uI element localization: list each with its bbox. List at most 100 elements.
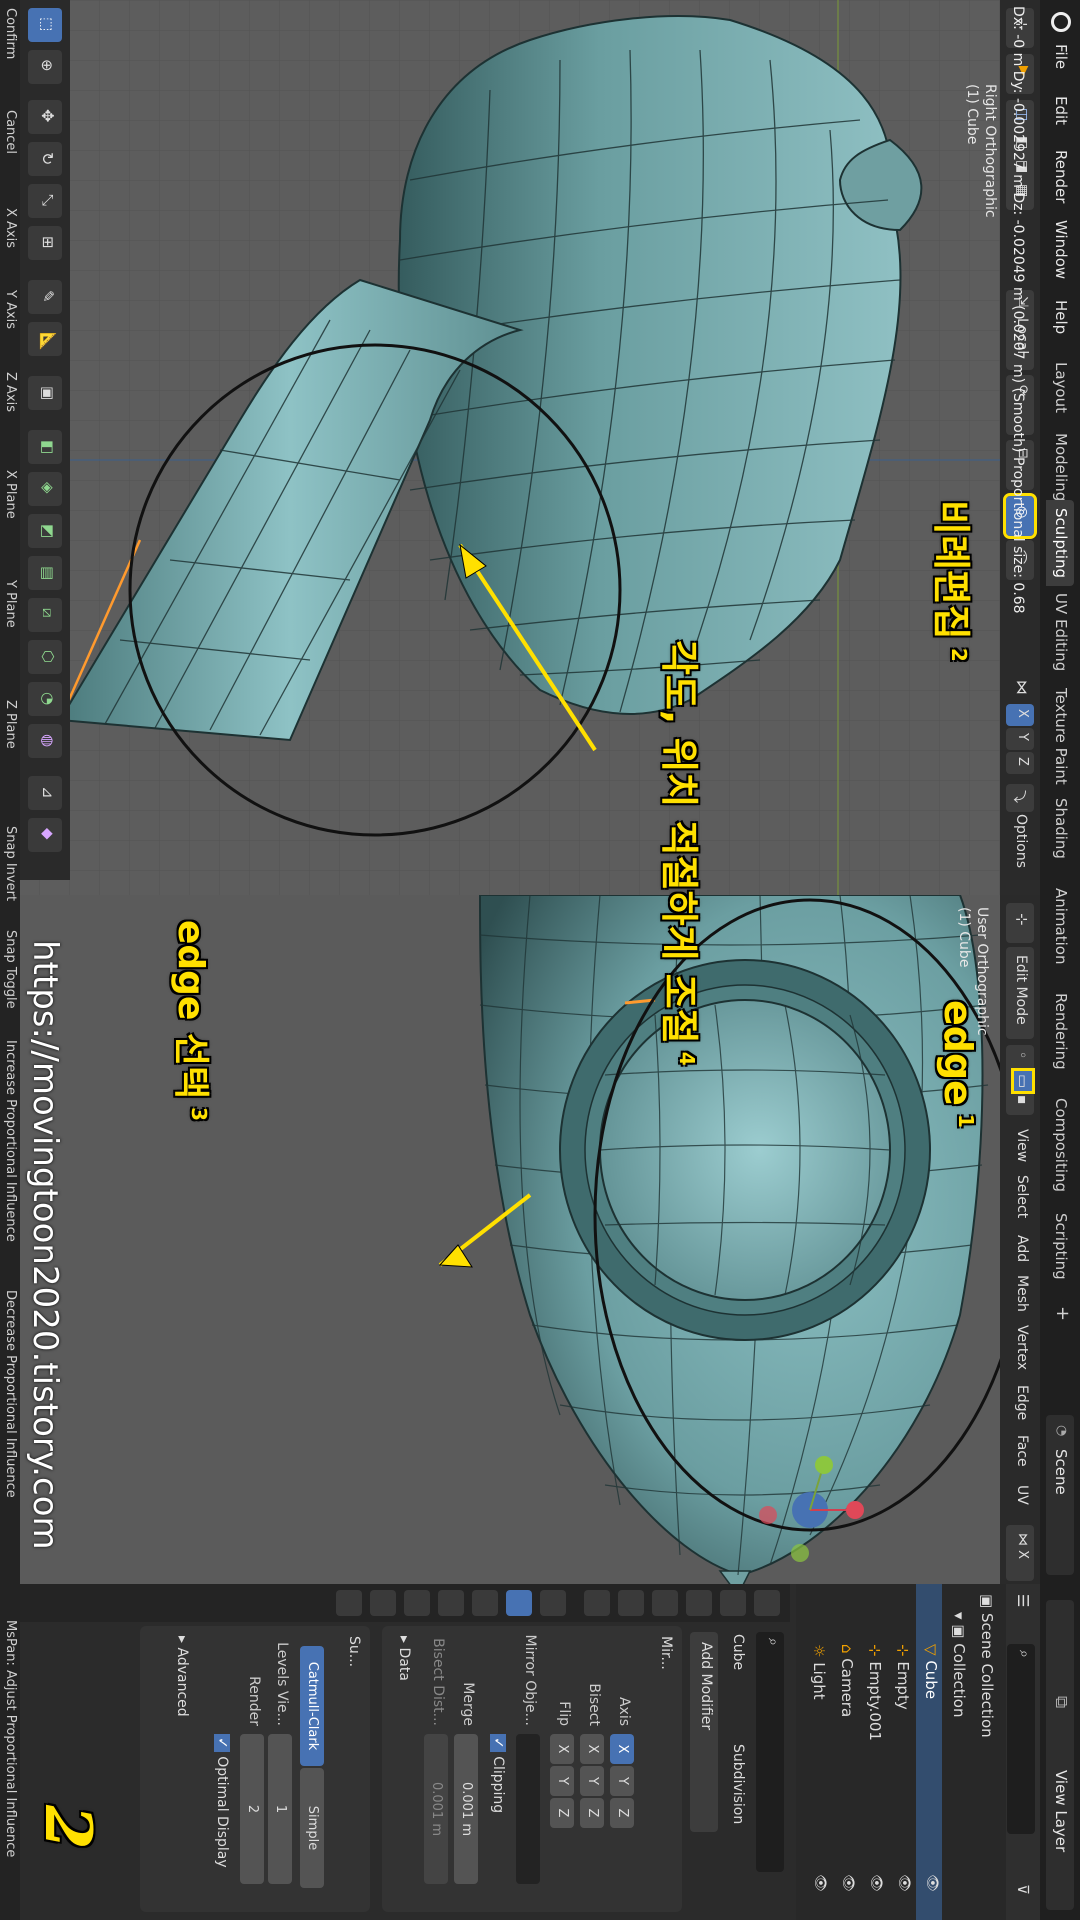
properties-search[interactable]: ⌕ — [756, 1632, 784, 1872]
menu-face[interactable]: Face — [1014, 1435, 1030, 1467]
outliner-item-empty[interactable]: ⊹ Empty — [894, 1644, 912, 1710]
levels-viewport-field[interactable]: 1 — [268, 1734, 292, 1884]
menu-edge[interactable]: Edge — [1014, 1385, 1030, 1420]
options-dropdown[interactable]: Options — [1006, 800, 1034, 874]
scene-collection-row[interactable]: ▣ Scene Collection — [978, 1594, 996, 1738]
outliner-search[interactable]: ⌕ — [1007, 1644, 1035, 1834]
tool-tab-icon[interactable] — [754, 1590, 780, 1616]
menu-edit[interactable]: Edit — [1052, 96, 1070, 125]
transform-tool[interactable]: ⊞ — [28, 226, 62, 260]
advanced-subpanel[interactable]: ▸ Advanced — [174, 1636, 190, 1717]
menu-render[interactable]: Render — [1052, 150, 1070, 203]
rip-tool[interactable]: ◆ — [28, 818, 62, 852]
add-modifier-button[interactable]: Add Modifier — [690, 1632, 718, 1832]
select-mode-group-2[interactable]: ◦ ▭ ▪ — [1006, 1045, 1035, 1115]
visibility-eye-icon[interactable]: 👁 — [868, 1874, 884, 1892]
cursor-tool[interactable]: ⊕ — [28, 50, 62, 84]
tab-compositing[interactable]: Compositing — [1046, 1090, 1074, 1200]
measure-tool[interactable]: 📐 — [28, 322, 62, 356]
render-levels-field[interactable]: 2 — [240, 1734, 264, 1884]
tab-texture-paint[interactable]: Texture Paint — [1046, 680, 1074, 793]
editor-type-button-2[interactable]: ⊹ — [1006, 903, 1034, 943]
subdivision-tab[interactable]: Subdivision — [730, 1744, 746, 1824]
menu-window[interactable]: Window — [1052, 220, 1070, 279]
mirror-y-toggle[interactable]: Y — [1006, 728, 1034, 750]
clipping-checkbox[interactable]: ✓ Clipping — [490, 1734, 506, 1813]
tab-rendering[interactable]: Rendering — [1046, 985, 1074, 1078]
add-workspace-button[interactable]: + — [1046, 1300, 1074, 1327]
tab-animation[interactable]: Animation — [1046, 880, 1074, 972]
bisect-z-toggle[interactable]: Z — [580, 1798, 604, 1828]
outliner-item-collection[interactable]: ▾ ▣ Collection — [950, 1612, 968, 1717]
constraints-tab-icon[interactable] — [404, 1590, 430, 1616]
scene-tab-icon[interactable] — [618, 1590, 644, 1616]
visibility-eye-icon[interactable]: 👁 — [924, 1874, 940, 1892]
merge-field[interactable]: 0.001 m — [454, 1734, 478, 1884]
bisect-x-toggle[interactable]: X — [580, 1734, 604, 1764]
blender-logo-icon[interactable] — [1051, 12, 1071, 32]
outliner-editor-icon[interactable]: ☰ — [1014, 1594, 1032, 1607]
xray-toggle[interactable]: ⋈ X — [1006, 1525, 1034, 1581]
tab-modeling[interactable]: Modeling — [1046, 425, 1074, 509]
mirror-modifier-name[interactable]: Mir... — [658, 1636, 674, 1670]
scale-tool[interactable]: ⤡ — [28, 184, 62, 218]
rotate-tool[interactable]: ↻ — [28, 142, 62, 176]
mirror-x-toggle[interactable]: X — [1006, 704, 1034, 726]
menu-help[interactable]: Help — [1052, 300, 1070, 334]
visibility-eye-icon[interactable]: 👁 — [812, 1874, 828, 1892]
optimal-display-checkbox[interactable]: ✓ Optimal Display — [214, 1734, 230, 1868]
menu-add[interactable]: Add — [1014, 1235, 1030, 1262]
menu-uv[interactable]: UV — [1014, 1485, 1030, 1505]
visibility-eye-icon[interactable]: 👁 — [896, 1874, 912, 1892]
bisect-y-toggle[interactable]: Y — [580, 1766, 604, 1796]
data-tab-icon[interactable] — [370, 1590, 396, 1616]
add-cube-tool[interactable]: ▣ — [28, 376, 62, 410]
subsurf-modifier-name[interactable]: Su... — [346, 1636, 362, 1667]
view-layer-selector[interactable]: ⧉ View Layer — [1046, 1600, 1074, 1910]
scene-selector[interactable]: ◔ Scene — [1046, 1415, 1074, 1575]
flip-z-toggle[interactable]: Z — [550, 1798, 574, 1828]
annotate-tool[interactable]: ✎ — [28, 280, 62, 314]
bisect-distance-field[interactable]: 0.001 m — [424, 1734, 448, 1884]
material-tab-icon[interactable] — [336, 1590, 362, 1616]
mode-dropdown[interactable]: Edit Mode — [1006, 947, 1034, 1039]
axis-z-toggle[interactable]: Z — [610, 1798, 634, 1828]
move-tool[interactable]: ✥ — [28, 100, 62, 134]
visibility-eye-icon[interactable]: 👁 — [840, 1874, 856, 1892]
view-layer-tab-icon[interactable] — [652, 1590, 678, 1616]
inset-tool[interactable]: ◈ — [28, 472, 62, 506]
tab-sculpting[interactable]: Sculpting — [1046, 500, 1074, 587]
outliner-item-cube-row[interactable] — [916, 1584, 942, 1920]
outliner-item-camera[interactable]: ⌂ Camera — [838, 1644, 856, 1717]
modifier-tab-icon[interactable] — [506, 1590, 532, 1616]
select-box-tool[interactable]: ⬚ — [28, 8, 62, 42]
menu-view[interactable]: View — [1014, 1129, 1030, 1162]
outliner-item-empty-001[interactable]: ⊹ Empty.001 — [866, 1644, 884, 1741]
output-tab-icon[interactable] — [686, 1590, 712, 1616]
shear-tool[interactable]: ⊿ — [28, 776, 62, 810]
object-tab-icon[interactable] — [540, 1590, 566, 1616]
right-viewport-3d[interactable]: User Orthographic (1) Cube — [20, 895, 1000, 1584]
left-viewport-3d[interactable] — [20, 0, 1000, 895]
world-tab-icon[interactable] — [584, 1590, 610, 1616]
smooth-tool[interactable]: ◍ — [28, 724, 62, 758]
outliner-item-light[interactable]: ☼ Light — [810, 1644, 828, 1700]
poly-build-tool[interactable]: ⬡ — [28, 640, 62, 674]
menu-file[interactable]: File — [1052, 44, 1070, 69]
data-subpanel[interactable]: ▸ Data — [396, 1636, 412, 1681]
knife-tool[interactable]: ⧄ — [28, 598, 62, 632]
menu-vertex[interactable]: Vertex — [1014, 1325, 1030, 1370]
axis-x-toggle[interactable]: X — [610, 1734, 634, 1764]
flip-y-toggle[interactable]: Y — [550, 1766, 574, 1796]
loop-cut-tool[interactable]: ▤ — [28, 556, 62, 590]
flip-x-toggle[interactable]: X — [550, 1734, 574, 1764]
bevel-tool[interactable]: ◩ — [28, 514, 62, 548]
mirror-object-field[interactable] — [516, 1734, 540, 1884]
tab-layout[interactable]: Layout — [1046, 354, 1074, 421]
extrude-tool[interactable]: ◧ — [28, 430, 62, 464]
edge-select-icon[interactable]: ▭ — [1011, 1067, 1035, 1095]
menu-mesh[interactable]: Mesh — [1014, 1275, 1030, 1312]
outliner-item-cube[interactable]: ▽ Cube — [922, 1644, 940, 1699]
axis-y-toggle[interactable]: Y — [610, 1766, 634, 1796]
menu-select[interactable]: Select — [1014, 1175, 1030, 1218]
